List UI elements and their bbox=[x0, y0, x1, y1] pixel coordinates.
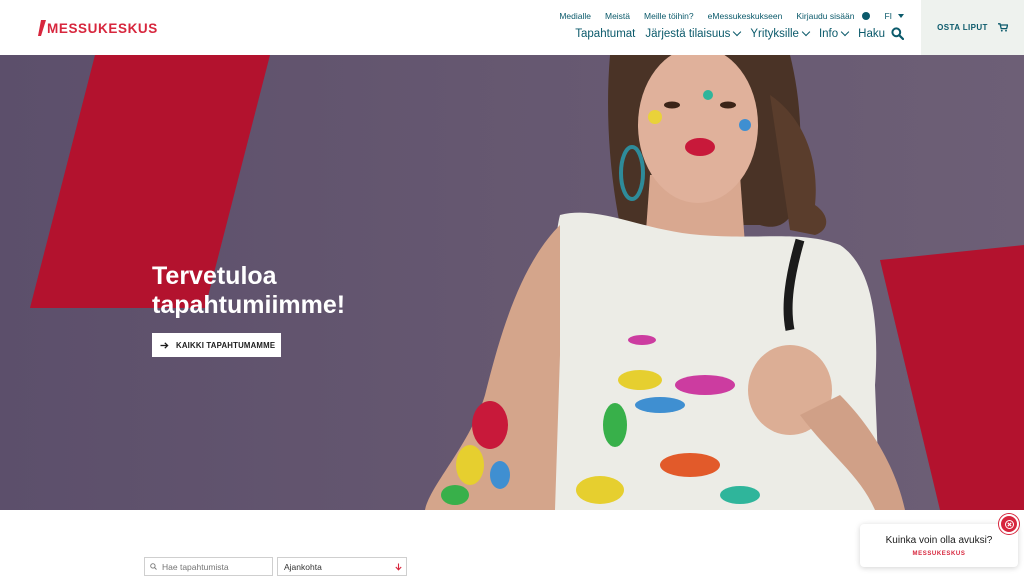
hero-title-line-2: tapahtumiimme! bbox=[152, 291, 346, 319]
event-search-field[interactable] bbox=[144, 557, 273, 576]
site-header: MESSUKESKUS Medialle Meistä Meille töihi… bbox=[0, 0, 1024, 55]
nav-organize-event[interactable]: Järjestä tilaisuus bbox=[645, 27, 742, 40]
login-label: Kirjaudu sisään bbox=[796, 11, 855, 21]
nav-search-label: Haku bbox=[858, 27, 885, 40]
all-events-button[interactable]: KAIKKI TAPAHTUMAMME bbox=[152, 333, 281, 357]
time-filter-label: Ajankohta bbox=[284, 561, 322, 572]
logo-text: MESSUKESKUS bbox=[47, 20, 158, 36]
search-icon bbox=[891, 27, 904, 40]
main-nav: Tapahtumat Järjestä tilaisuus Yrityksill… bbox=[575, 27, 904, 40]
nav-organize-label: Järjestä tilaisuus bbox=[645, 27, 731, 40]
nav-events[interactable]: Tapahtumat bbox=[575, 28, 635, 40]
nav-search[interactable]: Haku bbox=[858, 27, 904, 40]
link-careers[interactable]: Meille töihin? bbox=[644, 11, 694, 21]
login-link[interactable]: Kirjaudu sisään bbox=[796, 11, 871, 21]
chat-logo: MESSUKESKUS bbox=[912, 551, 966, 557]
nav-events-label: Tapahtumat bbox=[575, 27, 636, 40]
arrow-down-icon bbox=[395, 563, 402, 571]
logo-mark-icon bbox=[38, 20, 46, 36]
link-emessukeskus[interactable]: eMessukeskukseen bbox=[708, 11, 783, 21]
nav-info[interactable]: Info bbox=[818, 27, 850, 40]
time-filter-select[interactable]: Ajankohta bbox=[277, 557, 407, 576]
user-icon bbox=[862, 12, 871, 20]
chat-question: Kuinka voin olla avuksi? bbox=[885, 535, 993, 546]
language-selector[interactable]: FI bbox=[884, 11, 904, 21]
nav-info-label: Info bbox=[818, 27, 839, 40]
cart-icon bbox=[997, 23, 1008, 32]
hero-title-line-1: Tervetuloa bbox=[152, 262, 277, 290]
close-icon bbox=[1004, 519, 1014, 529]
hero-banner: Tervetuloa tapahtumiimme! KAIKKI TAPAHTU… bbox=[0, 55, 1024, 510]
utility-nav: Medialle Meistä Meille töihin? eMessukes… bbox=[559, 11, 904, 21]
chat-close-button[interactable] bbox=[999, 514, 1019, 534]
event-search-input[interactable] bbox=[162, 561, 262, 572]
search-icon bbox=[150, 563, 157, 570]
nav-companies[interactable]: Yrityksille bbox=[750, 27, 811, 40]
link-about[interactable]: Meistä bbox=[605, 11, 630, 21]
chat-widget[interactable]: Kuinka voin olla avuksi? MESSUKESKUS bbox=[860, 524, 1018, 567]
link-media[interactable]: Medialle bbox=[559, 11, 591, 21]
chevron-down-icon bbox=[733, 27, 742, 36]
buy-tickets-label: OSTA LIPUT bbox=[937, 23, 988, 32]
site-logo[interactable]: MESSUKESKUS bbox=[38, 18, 158, 38]
buy-tickets-button[interactable]: OSTA LIPUT bbox=[921, 0, 1024, 55]
hero-title: Tervetuloa tapahtumiimme! bbox=[152, 262, 412, 320]
chevron-down-icon bbox=[801, 27, 811, 36]
event-search-bar: Ajankohta bbox=[144, 557, 407, 576]
chevron-down-icon bbox=[840, 27, 850, 36]
language-label: FI bbox=[884, 11, 892, 21]
arrow-right-icon bbox=[160, 341, 169, 349]
all-events-label: KAIKKI TAPAHTUMAMME bbox=[176, 340, 276, 350]
nav-companies-label: Yrityksille bbox=[750, 27, 799, 40]
caret-down-icon bbox=[898, 14, 904, 18]
